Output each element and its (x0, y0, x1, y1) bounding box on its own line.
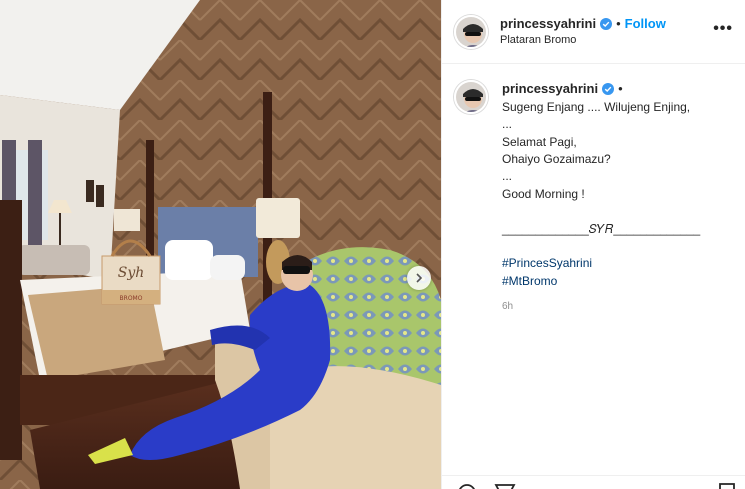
header-text: princessyahrini • Follow Plataran Bromo (500, 16, 666, 48)
verified-badge-icon (600, 17, 613, 30)
bag-logo-text: Syh (118, 265, 145, 281)
post-sidebar: princessyahrini • Follow Plataran Bromo … (441, 0, 745, 489)
caption-line: Sugeng Enjang .... Wilujeng Enjing, (502, 99, 691, 114)
caption-username[interactable]: princessyahrini (502, 80, 598, 99)
verified-badge-icon (602, 83, 615, 96)
caption-avatar[interactable] (454, 80, 488, 114)
location-link[interactable]: Plataran Bromo (500, 34, 666, 48)
post-time[interactable]: 6h (502, 300, 700, 315)
comment-icon[interactable] (456, 482, 478, 489)
caption-signature: _____________𝑆𝑌𝑅_____________ (502, 221, 701, 236)
follow-button[interactable]: Follow (625, 16, 666, 32)
post-header: princessyahrini • Follow Plataran Bromo … (442, 0, 745, 64)
caption-line: ... (502, 117, 513, 132)
avatar[interactable] (454, 14, 488, 49)
chevron-right-icon (416, 273, 423, 283)
caption-line: ... (502, 169, 513, 184)
hashtag-link[interactable]: #PrincesSyahrini (502, 255, 700, 272)
caption-line (502, 238, 700, 255)
more-options-icon[interactable]: ••• (713, 20, 733, 38)
photo-illustration: Syh BROMO (0, 0, 441, 489)
bag-sub-text: BROMO (120, 295, 143, 302)
caption-separator-dot: • (618, 81, 623, 96)
caption-line: Ohaiyo Gozaimazu? (502, 152, 611, 167)
post-photo[interactable]: Syh BROMO (0, 0, 441, 489)
caption-line: Selamat Pagi, (502, 134, 577, 149)
bookmark-icon[interactable] (718, 482, 736, 489)
caption-block: princessyahrini • Sugeng Enjang .... Wil… (442, 64, 745, 331)
avatar-image (456, 16, 486, 47)
username-link[interactable]: princessyahrini (500, 16, 596, 32)
hashtag-link[interactable]: #MtBromo (502, 273, 700, 290)
caption-line (502, 203, 700, 220)
separator-dot: • (616, 15, 621, 31)
carousel-next-button[interactable] (407, 266, 431, 290)
share-icon[interactable] (494, 482, 516, 489)
caption-text: princessyahrini • Sugeng Enjang .... Wil… (502, 80, 700, 315)
action-bar (442, 475, 745, 489)
avatar-image (456, 82, 486, 112)
caption-line: Good Morning ! (502, 186, 585, 201)
